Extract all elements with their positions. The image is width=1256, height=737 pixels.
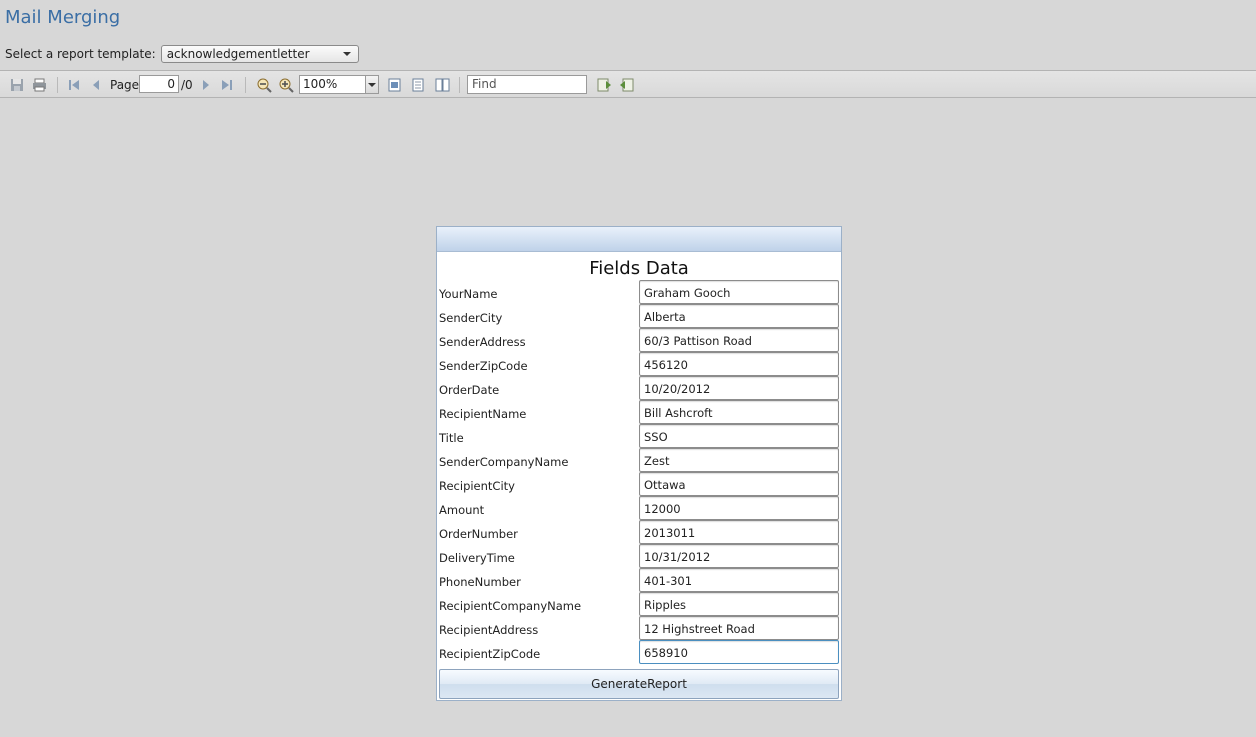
recipientcompanyname-input[interactable]: Ripples (639, 592, 839, 616)
chevron-down-icon (342, 52, 351, 56)
recipientcity-input[interactable]: Ottawa (639, 472, 839, 496)
senderaddress-input[interactable]: 60/3 Pattison Road (639, 328, 839, 352)
zoom-out-icon[interactable] (256, 77, 272, 93)
zoom-select[interactable]: 100% (299, 75, 379, 94)
recipientaddress-input[interactable]: 12 Highstreet Road (639, 616, 839, 640)
amount-input[interactable]: 12000 (639, 496, 839, 520)
report-viewer-toolbar: Page 0 /0 100% Find (0, 70, 1256, 98)
fields-data-panel: Fields Data YourName Graham Gooch Sender… (436, 226, 842, 701)
zoom-in-icon[interactable] (278, 77, 294, 93)
template-selector-row: Select a report template: acknowledgemen… (5, 45, 359, 63)
sendercity-input[interactable]: Alberta (639, 304, 839, 328)
ordernumber-input[interactable]: 2013011 (639, 520, 839, 544)
chevron-down-icon[interactable] (365, 76, 378, 93)
last-page-icon[interactable] (219, 77, 235, 93)
field-label: SenderZipCode (439, 359, 528, 373)
panel-header (437, 227, 841, 252)
field-label: OrderNumber (439, 527, 518, 541)
page-label: Page (110, 78, 140, 92)
field-label: SenderAddress (439, 335, 526, 349)
generate-report-button[interactable]: GenerateReport (439, 669, 839, 699)
field-label: SenderCompanyName (439, 455, 569, 469)
find-prev-icon[interactable] (596, 77, 612, 93)
zoom-value: 100% (303, 77, 338, 91)
fit-page-icon[interactable] (386, 77, 402, 93)
two-page-icon[interactable] (434, 77, 450, 93)
field-label: RecipientZipCode (439, 647, 541, 661)
find-next-icon[interactable] (618, 77, 634, 93)
find-input[interactable]: Find (467, 75, 587, 94)
template-dropdown[interactable]: acknowledgementletter (160, 45, 359, 63)
first-page-icon[interactable] (66, 77, 82, 93)
panel-title: Fields Data (589, 258, 689, 279)
page-number-input[interactable]: 0 (139, 75, 179, 93)
senderzipcode-input[interactable]: 456120 (639, 352, 839, 376)
field-row-recipientzipcode: RecipientZipCode 658910 (439, 640, 839, 671)
toolbar-separator (459, 77, 460, 93)
orderdate-input[interactable]: 10/20/2012 (639, 376, 839, 400)
save-icon[interactable] (9, 77, 25, 93)
recipientname-input[interactable]: Bill Ashcroft (639, 400, 839, 424)
field-label: SenderCity (439, 311, 503, 325)
title-input[interactable]: SSO (639, 424, 839, 448)
sendercompanyname-input[interactable]: Zest (639, 448, 839, 472)
toolbar-separator (245, 77, 246, 93)
toolbar-separator (57, 77, 58, 93)
phonenumber-input[interactable]: 401-301 (639, 568, 839, 592)
field-label: RecipientName (439, 407, 527, 421)
yourname-input[interactable]: Graham Gooch (639, 280, 839, 304)
field-label: RecipientCity (439, 479, 515, 493)
deliverytime-input[interactable]: 10/31/2012 (639, 544, 839, 568)
field-label: RecipientAddress (439, 623, 539, 637)
template-label: Select a report template: (5, 47, 156, 61)
single-page-icon[interactable] (410, 77, 426, 93)
page-total: /0 (181, 78, 193, 92)
print-icon[interactable] (31, 77, 47, 93)
field-label: PhoneNumber (439, 575, 521, 589)
field-label: DeliveryTime (439, 551, 515, 565)
field-label: RecipientCompanyName (439, 599, 582, 613)
prev-page-icon[interactable] (88, 77, 104, 93)
field-label: Amount (439, 503, 485, 517)
template-selected-value: acknowledgementletter (166, 47, 310, 61)
page-title: Mail Merging (5, 7, 121, 28)
next-page-icon[interactable] (198, 77, 214, 93)
field-label: OrderDate (439, 383, 500, 397)
field-label: YourName (439, 287, 498, 301)
field-label: Title (439, 431, 464, 445)
recipientzipcode-input[interactable]: 658910 (639, 640, 839, 664)
